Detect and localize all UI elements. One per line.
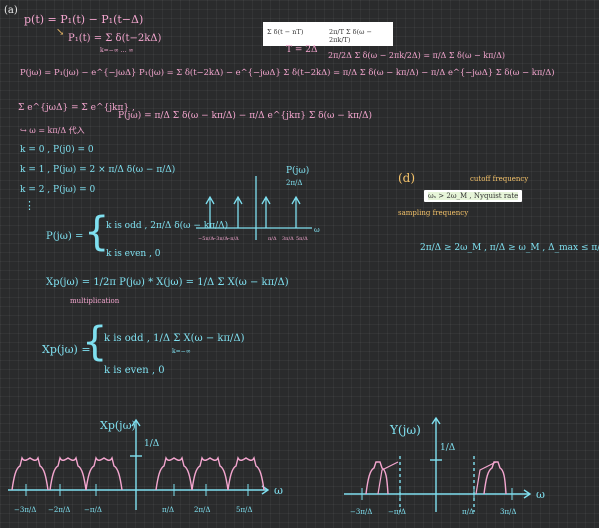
plot2-tick-label: π/Δ	[462, 508, 474, 516]
drawing-layer: −5π/Δ−3π/Δ−π/Δ π/Δ 3π/Δ 5π/Δ −3π/Δ −2π/Δ −π/Δ…	[8, 176, 545, 516]
plot1-tick-label: −π/Δ	[84, 506, 102, 514]
plot2-tick-label: −π/Δ	[388, 508, 406, 516]
plot2-tick-label: −3π/Δ	[350, 508, 372, 516]
plot1-tick-label: π/Δ	[162, 506, 174, 514]
y-plot-axes	[344, 416, 532, 512]
impulse-tick-label: −π/Δ	[226, 236, 239, 242]
plot2-tick-label: 3π/Δ	[500, 508, 516, 516]
impulse-train-plot	[196, 176, 312, 240]
spectrum-copy	[49, 455, 87, 491]
impulse-omega: ω	[314, 226, 320, 234]
spectrum-copy	[191, 455, 229, 491]
impulse-tick-label: 3π/Δ	[282, 236, 294, 242]
spectrum-copy	[85, 455, 123, 491]
impulse-tick-label: π/Δ	[268, 236, 277, 242]
impulse-arrows	[205, 195, 301, 228]
impulse-tick-label: 5π/Δ	[296, 236, 308, 242]
spectrum-copy	[227, 455, 265, 491]
plot1-omega: ω	[274, 484, 283, 497]
plot1-tick-label: 5π/Δ	[236, 506, 252, 514]
xp-plot-axes	[8, 418, 270, 510]
spectrum-copy	[11, 455, 49, 491]
plot1-tick-label: 2π/Δ	[194, 506, 210, 514]
xp-spectrum-copies	[11, 455, 265, 491]
plot1-tick-label: −3π/Δ	[14, 506, 36, 514]
y-spectrum-lobe	[365, 461, 389, 495]
plot1-tick-label: −2π/Δ	[48, 506, 70, 514]
plot2-omega: ω	[536, 488, 545, 501]
